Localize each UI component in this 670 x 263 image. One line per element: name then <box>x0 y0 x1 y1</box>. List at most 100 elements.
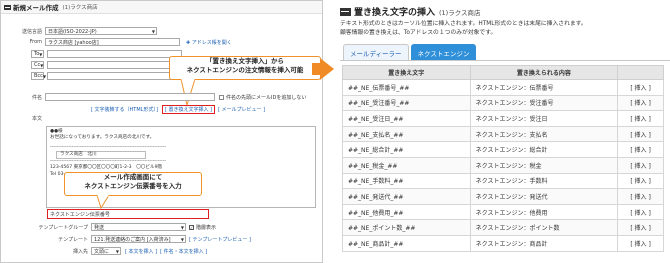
insert-action[interactable]: [ 挿入 ] <box>617 141 664 158</box>
dialog-header: 置き換え文字の挿入 (1)ラクス商店 <box>340 5 670 18</box>
decorate-html-link[interactable]: [ 文字装飾する（HTML形式）] <box>91 106 158 113</box>
subject-field[interactable] <box>45 93 215 101</box>
template-select[interactable]: 121.発送連絡のご案内 [入荷済み] ▼ <box>91 235 186 243</box>
chevron-down-icon: ▼ <box>42 73 47 79</box>
table-row: ##_NE_税金_## ネクストエンジン：税金[ 挿入 ] <box>342 156 664 174</box>
table-row: ##_NE_伝票番号_## ネクストエンジン：伝票番号[ 挿入 ] <box>342 79 664 96</box>
replacement-table: 置き換え文字 置き換えられる内容 ##_NE_伝票番号_## ネクストエンジン：伝… <box>342 65 664 252</box>
placeholder-cell: ##_NE_受注番号_## <box>342 94 471 112</box>
template-preview-link[interactable]: [ テンプレートプレビュー ] <box>189 236 251 243</box>
content-cell: ネクストエンジン：支払名 <box>469 125 619 143</box>
insert-body-link[interactable]: [ 本文を挿入 ] <box>125 248 157 255</box>
content-cell: ネクストエンジン：手数料 <box>469 172 619 190</box>
table-row: ##_NE_受注番号_## ネクストエンジン：受注番号[ 挿入 ] <box>342 94 664 112</box>
callout-bottom-line2: ネクストエンジン伝票番号を入力 <box>84 182 182 190</box>
subject-mailid-option[interactable]: 件名の先頭にメールIDを追加しない <box>219 94 306 101</box>
content-cell: ネクストエンジン：発送代 <box>469 188 619 205</box>
charset-value: 日本語(ISO-2022-JP) <box>48 28 97 35</box>
hierarchy-option[interactable]: ✓ 階層表示 <box>189 224 216 231</box>
transition-arrow-icon <box>320 58 334 80</box>
content-cell: ネクストエンジン：商品計 <box>469 234 619 252</box>
body-line: ラクス商店 北川 <box>56 150 146 160</box>
body-label-row: 本文 <box>1 115 45 122</box>
callout-bottom-pointer <box>96 195 110 209</box>
insert-action[interactable]: [ 挿入 ] <box>617 172 664 190</box>
charset-select[interactable]: 日本語(ISO-2022-JP) ▼ <box>45 27 157 35</box>
insert-action[interactable]: [ 挿入 ] <box>617 125 664 143</box>
to-type-select[interactable]: To ▼ <box>31 50 44 58</box>
template-row: テンプレート 121.発送連絡のご案内 [入荷済み] ▼ [ テンプレートプレビ… <box>1 235 251 243</box>
bcc-type-select[interactable]: Bcc ▼ <box>31 72 47 80</box>
mail-compose-panel: 新規メール作成 (1)ラクス商店 送信言語 日本語(ISO-2022-JP) ▼… <box>0 0 323 263</box>
inserted-number-field[interactable]: ネクストエンジン伝票番号 <box>47 209 209 219</box>
subject-mailid-checkbox[interactable] <box>219 94 224 100</box>
from-field[interactable]: ラクス商店 [yahoo店] <box>45 38 180 46</box>
insert-action[interactable]: [ 挿入 ] <box>617 203 664 221</box>
insert-action[interactable]: [ 挿入 ] <box>617 188 664 205</box>
source-tabs: メールディーラー ネクストエンジン <box>340 43 670 61</box>
inserted-number-value: ネクストエンジン伝票番号 <box>50 211 110 218</box>
tab-nextengine[interactable]: ネクストエンジン <box>410 44 477 60</box>
charset-label: 送信言語 <box>21 28 42 35</box>
table-row: ##_NE_ポイント数_## ネクストエンジン：ポイント数[ 挿入 ] <box>342 219 664 236</box>
column-header-placeholder: 置き換え文字 <box>342 65 471 80</box>
dialog-desc-line2: 顧客情報の置き換えは、Toアドレスの１つのみが対象です。 <box>340 30 497 36</box>
bcc-label: Bcc <box>34 73 43 79</box>
content-cell: ネクストエンジン：伝票番号 <box>469 79 619 96</box>
insert-action[interactable]: [ 挿入 ] <box>617 219 664 236</box>
content-cell: ネクストエンジン：総合計 <box>469 141 619 158</box>
cc-type-select[interactable]: Cc ▼ <box>31 61 44 69</box>
body-line: ----------------------------------------… <box>50 144 167 150</box>
from-value: ラクス商店 [yahoo店] <box>48 39 99 46</box>
insert-position-row: 挿入先 文頭に ▼ [ 本文を挿入 ] [ 件名・本文を挿入 ] <box>1 247 207 255</box>
content-cell: ネクストエンジン：他費用 <box>469 203 619 221</box>
insert-action[interactable]: [ 挿入 ] <box>617 234 664 252</box>
envelope-icon <box>340 7 351 16</box>
charset-row: 送信言語 日本語(ISO-2022-JP) ▼ <box>1 27 157 35</box>
insert-action[interactable]: [ 挿入 ] <box>617 156 664 174</box>
insert-action[interactable]: [ 挿入 ] <box>617 94 664 112</box>
to-field[interactable] <box>47 50 182 58</box>
placeholder-cell: ##_NE_伝票番号_## <box>342 79 471 96</box>
insert-replacement-link[interactable]: [ 置き換え文字挿入 ] <box>161 105 215 114</box>
insert-subject-body-link[interactable]: [ 件名・本文を挿入 ] <box>160 248 207 255</box>
chevron-down-icon: ▼ <box>180 236 184 242</box>
dialog-title: 置き換え文字の挿入 <box>354 8 436 18</box>
content-cell: ネクストエンジン：ポイント数 <box>469 219 619 236</box>
compose-title: 新規メール作成 <box>13 4 59 12</box>
address-book-link[interactable]: ✚ アドレス帳を開く <box>186 39 232 46</box>
table-row: ##_NE_総合計_## ネクストエンジン：総合計[ 挿入 ] <box>342 141 664 158</box>
mail-preview-link[interactable]: [ メールプレビュー ] <box>218 106 265 113</box>
insert-action[interactable]: [ 挿入 ] <box>617 110 664 127</box>
placeholder-cell: ##_NE_受注日_## <box>342 110 471 127</box>
dialog-desc-line1: テキスト形式のときはカーソル位置に挿入されます。HTML形式のときは末尾に挿入さ… <box>340 21 587 27</box>
insert-position-select[interactable]: 文頭に ▼ <box>91 247 121 255</box>
cc-field[interactable] <box>47 61 182 69</box>
subject-label: 件名 <box>31 94 42 101</box>
table-row: ##_NE_支払名_## ネクストエンジン：支払名[ 挿入 ] <box>342 125 664 143</box>
body-line: お世話になっております。ラクス商店の北川です。 <box>50 135 155 141</box>
callout-bottom-line1: メール作成画面にて <box>103 173 163 181</box>
chevron-down-icon: ▼ <box>115 248 119 254</box>
editor-toolbar: [ 文字装飾する（HTML形式）] [ 置き換え文字挿入 ] [ メールプレビュ… <box>91 105 265 114</box>
plus-icon: ✚ <box>186 39 191 46</box>
template-group-value: 発送 <box>94 224 105 231</box>
insert-position-value: 文頭に <box>94 248 110 255</box>
content-cell: ネクストエンジン：受注日 <box>469 110 619 127</box>
from-row: From ラクス商店 [yahoo店] ✚ アドレス帳を開く <box>1 38 232 46</box>
check-icon[interactable]: ✓ <box>189 224 194 230</box>
subject-row: 件名 件名の先頭にメールIDを追加しない <box>1 93 306 101</box>
hierarchy-label: 階層表示 <box>196 224 217 231</box>
compose-header: 新規メール作成 (1)ラクス商店 <box>1 1 322 14</box>
tab-maildealer[interactable]: メールディーラー <box>343 44 409 60</box>
bcc-field[interactable] <box>47 72 182 80</box>
insert-position-label: 挿入先 <box>72 248 88 255</box>
table-header-row: 置き換え文字 置き換えられる内容 <box>342 65 664 80</box>
placeholder-cell: ##_NE_総合計_## <box>342 141 471 158</box>
placeholder-cell: ##_NE_発送代_## <box>342 188 471 205</box>
insert-action[interactable]: [ 挿入 ] <box>617 79 664 96</box>
body-label: 本文 <box>31 116 42 122</box>
compose-shop: (1)ラクス商店 <box>62 5 98 11</box>
template-group-select[interactable]: 発送 ▼ <box>91 223 186 231</box>
content-cell: ネクストエンジン：受注番号 <box>469 94 619 112</box>
